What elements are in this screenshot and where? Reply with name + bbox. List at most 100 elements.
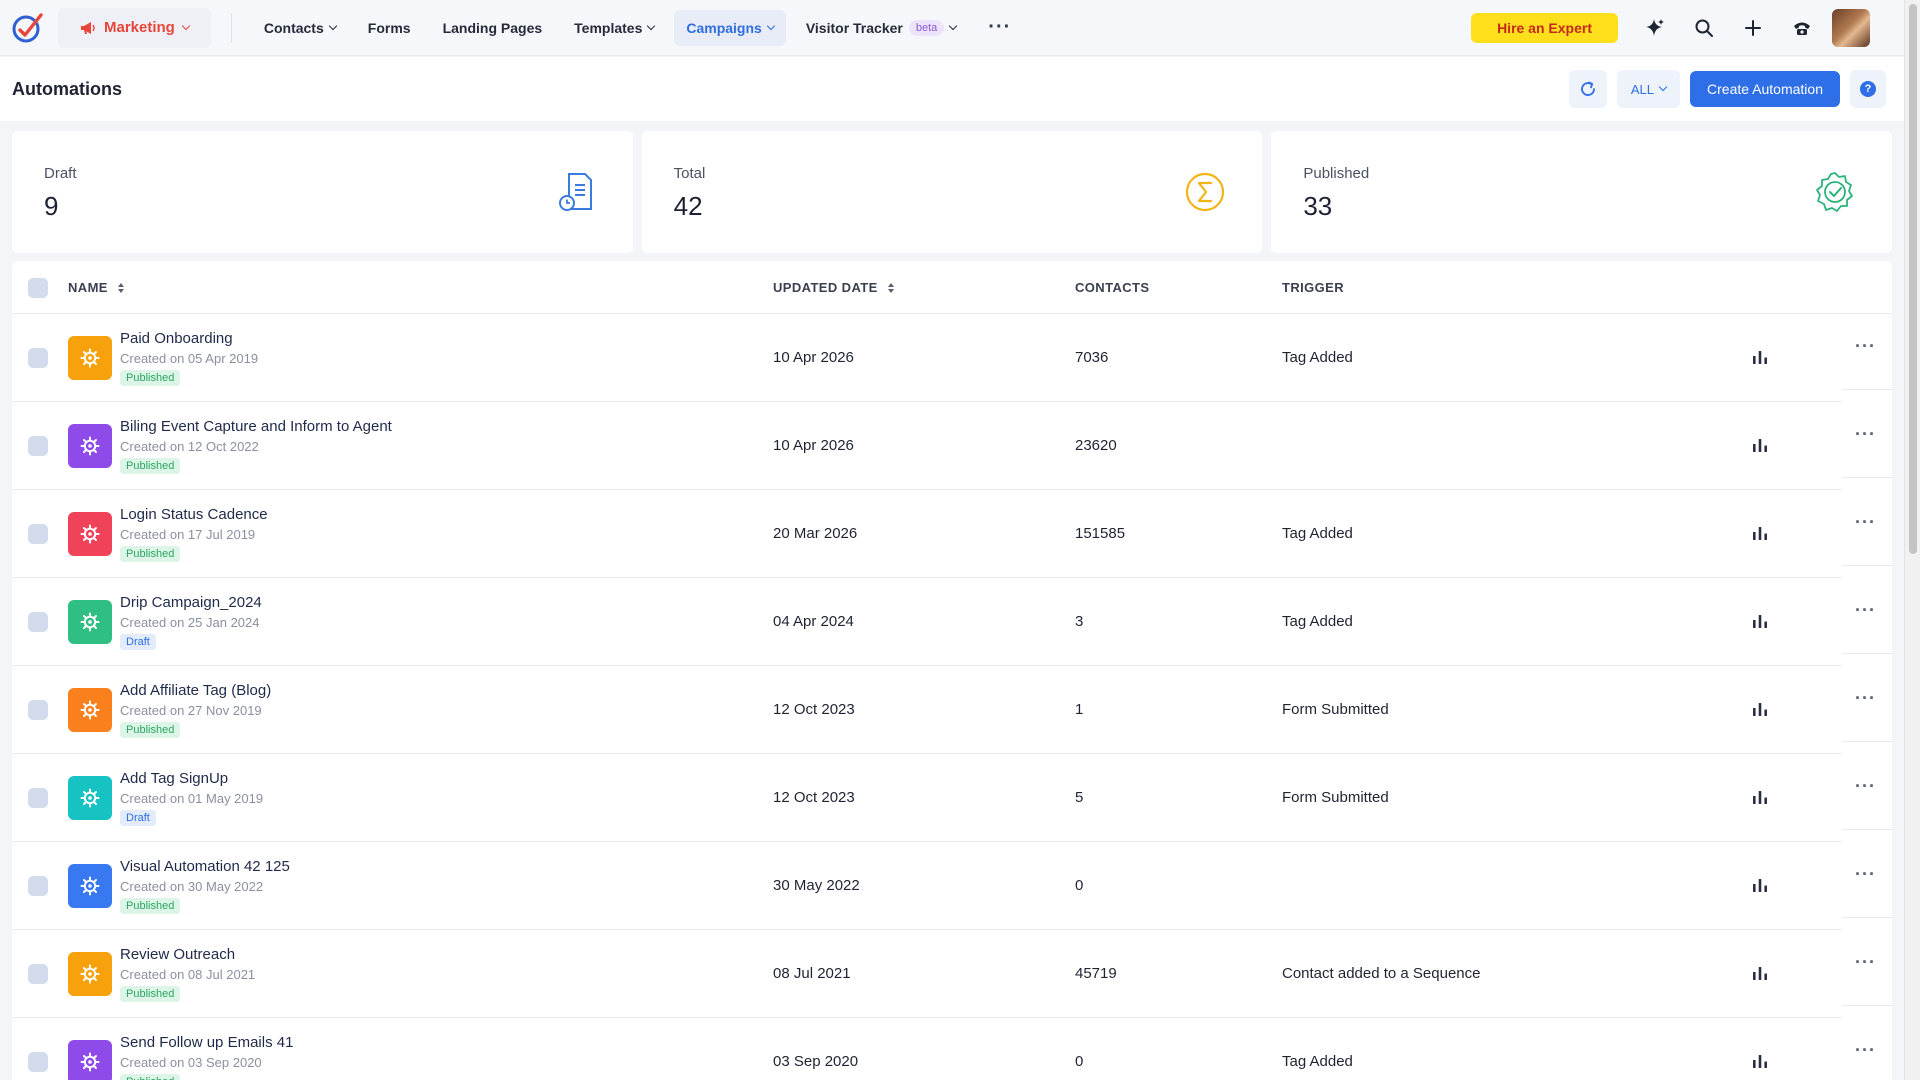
automation-name-link[interactable]: Paid Onboarding	[120, 330, 233, 347]
table-row[interactable]: Add Tag SignUp Created on 01 May 2019 Draf…	[12, 754, 1892, 842]
created-date: Created on 25 Jan 2024	[120, 615, 260, 630]
gear-icon	[80, 348, 100, 368]
column-header-name[interactable]: NAME	[68, 261, 124, 314]
column-header-contacts: CONTACTS	[1075, 261, 1149, 314]
row-checkbox[interactable]	[28, 700, 48, 720]
ai-sparkle-button[interactable]	[1635, 8, 1675, 48]
created-date: Created on 17 Jul 2019	[120, 527, 256, 542]
row-actions-menu-icon[interactable]: ···	[1855, 600, 1876, 621]
chevron-down-icon	[328, 21, 338, 30]
select-all-checkbox[interactable]	[28, 277, 48, 298]
sort-icon[interactable]	[887, 282, 894, 293]
status-badge: Published	[120, 546, 181, 562]
row-actions-menu-icon[interactable]: ···	[1855, 424, 1876, 445]
row-actions-menu-icon[interactable]: ···	[1855, 1040, 1876, 1061]
automation-name-link[interactable]: Login Status Cadence	[120, 506, 268, 523]
bar-chart-icon[interactable]	[1751, 1052, 1769, 1070]
bar-chart-icon[interactable]	[1751, 876, 1769, 894]
page-header-actions: ALL Create Automation ?	[1568, 70, 1886, 108]
row-checkbox[interactable]	[28, 788, 48, 808]
phone-button[interactable]	[1782, 8, 1822, 48]
nav-item-landing-pages[interactable]: Landing Pages	[431, 10, 555, 46]
row-checkbox[interactable]	[28, 876, 48, 896]
nav-item-contacts[interactable]: Contacts	[252, 10, 348, 46]
row-actions-menu-icon[interactable]: ···	[1855, 952, 1876, 973]
nav-item-label: Visitor Tracker	[805, 19, 903, 36]
nav-item-label: Templates	[574, 19, 643, 36]
table-row[interactable]: Paid Onboarding Created on 05 Apr 2019 Pub…	[12, 314, 1892, 402]
sparkle-icon	[1646, 19, 1664, 36]
app-logo[interactable]	[0, 0, 56, 56]
bar-chart-icon[interactable]	[1751, 436, 1769, 454]
automation-name-link[interactable]: Biling Event Capture and Inform to Agent	[120, 418, 392, 435]
row-checkbox[interactable]	[28, 436, 48, 456]
bar-chart-icon[interactable]	[1751, 788, 1769, 806]
trigger-name: Tag Added	[1282, 525, 1353, 542]
table-row[interactable]: Send Follow up Emails 41 Created on 03 Se…	[12, 1018, 1892, 1080]
nav-separator	[230, 12, 232, 43]
automation-name-link[interactable]: Add Affiliate Tag (Blog)	[120, 682, 271, 699]
automation-name-link[interactable]: Add Tag SignUp	[120, 770, 228, 787]
row-actions-menu-icon[interactable]: ···	[1855, 864, 1876, 885]
status-badge: Published	[120, 722, 181, 738]
refresh-button[interactable]	[1568, 70, 1607, 108]
row-checkbox[interactable]	[28, 524, 48, 544]
created-date: Created on 05 Apr 2019	[120, 351, 259, 366]
more-menu-icon[interactable]: ···	[976, 16, 1023, 39]
verified-badge-icon	[1816, 172, 1853, 212]
automation-name-link[interactable]: Review Outreach	[120, 946, 235, 963]
table-row[interactable]: Add Affiliate Tag (Blog) Created on 27 No…	[12, 666, 1892, 754]
bar-chart-icon[interactable]	[1751, 700, 1769, 718]
search-button[interactable]	[1684, 8, 1724, 48]
create-automation-button[interactable]: Create Automation	[1690, 71, 1840, 107]
nav-item-forms[interactable]: Forms	[356, 10, 423, 46]
module-switcher[interactable]: Marketing	[58, 7, 211, 48]
row-actions-menu-icon[interactable]: ···	[1855, 512, 1876, 533]
nav-item-campaigns[interactable]: Campaigns	[674, 9, 786, 46]
bar-chart-icon[interactable]	[1751, 348, 1769, 366]
row-checkbox[interactable]	[28, 1052, 48, 1072]
row-divider	[1842, 653, 1892, 654]
automation-name-link[interactable]: Visual Automation 42 125	[120, 858, 290, 875]
add-button[interactable]	[1733, 8, 1773, 48]
row-actions-menu-icon[interactable]: ···	[1855, 688, 1876, 709]
table-row[interactable]: Visual Automation 42 125 Created on 30 Ma…	[12, 842, 1892, 930]
bar-chart-icon[interactable]	[1751, 612, 1769, 630]
nav-item-templates[interactable]: Templates	[562, 10, 666, 46]
row-actions-menu-icon[interactable]: ···	[1855, 336, 1876, 357]
trigger-name: Contact added to a Sequence	[1282, 965, 1481, 982]
row-checkbox[interactable]	[28, 612, 48, 632]
status-filter-dropdown[interactable]: ALL	[1616, 70, 1681, 108]
table-row[interactable]: Review Outreach Created on 08 Jul 2021 Pub…	[12, 930, 1892, 1018]
stat-label: Published	[1303, 165, 1370, 182]
automation-icon	[68, 600, 112, 644]
created-date: Created on 01 May 2019	[120, 791, 264, 806]
contacts-count: 0	[1075, 1053, 1084, 1070]
bar-chart-icon[interactable]	[1751, 964, 1769, 982]
hire-expert-button[interactable]: Hire an Expert	[1471, 13, 1618, 43]
bar-chart-icon[interactable]	[1751, 524, 1769, 542]
nav-item-visitor-tracker[interactable]: Visitor Tracker beta	[794, 10, 968, 46]
app-logo-icon	[12, 12, 43, 42]
sort-icon[interactable]	[117, 282, 124, 293]
automation-icon	[68, 336, 112, 380]
gear-icon	[80, 1052, 100, 1072]
table-row[interactable]: Drip Campaign_2024 Created on 25 Jan 2024…	[12, 578, 1892, 666]
column-header-updated-date[interactable]: UPDATED DATE	[773, 261, 894, 314]
row-checkbox[interactable]	[28, 964, 48, 984]
automation-icon	[68, 864, 112, 908]
user-avatar[interactable]	[1832, 9, 1870, 47]
help-button[interactable]: ?	[1850, 70, 1886, 108]
table-row[interactable]: Biling Event Capture and Inform to Agent…	[12, 402, 1892, 490]
updated-date: 10 Apr 2026	[773, 349, 854, 366]
automations-table: NAME UPDATED DATE CONTACTS TRIGGER Paid …	[12, 261, 1892, 1080]
scrollbar-thumb[interactable]	[1909, 4, 1917, 554]
table-row[interactable]: Login Status Cadence Created on 17 Jul 20…	[12, 490, 1892, 578]
automation-name-link[interactable]: Send Follow up Emails 41	[120, 1034, 293, 1051]
row-checkbox[interactable]	[28, 348, 48, 368]
contacts-count: 3	[1075, 613, 1084, 630]
row-actions-menu-icon[interactable]: ···	[1855, 776, 1876, 797]
page-title: Automations	[12, 78, 122, 99]
automation-name-link[interactable]: Drip Campaign_2024	[120, 594, 262, 611]
vertical-scrollbar[interactable]	[1904, 0, 1920, 1080]
